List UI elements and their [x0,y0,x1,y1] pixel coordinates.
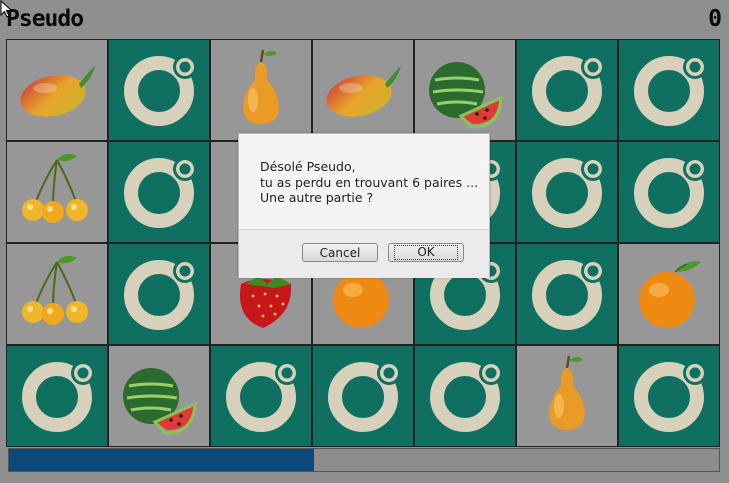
cherries-icon [22,255,88,325]
card-back-icon [634,157,707,228]
player-name: Pseudo [6,6,84,32]
card-back-icon [634,361,707,432]
card-hidden[interactable] [516,141,618,243]
card-mango[interactable] [312,39,414,141]
card-back-icon [124,55,197,126]
pear-icon [243,49,279,124]
card-back-icon [532,157,605,228]
card-back-icon [124,259,197,330]
watermelon-icon [123,368,197,435]
card-hidden[interactable] [618,141,720,243]
dialog-line-1: Désolé Pseudo, [260,159,356,174]
cherries-icon [22,153,88,223]
card-back-icon [124,157,197,228]
timer-progress-bar [8,448,720,472]
card-back-icon [226,361,299,432]
watermelon-icon [429,62,503,129]
card-hidden[interactable] [618,345,720,447]
card-mango[interactable] [6,39,108,141]
mango-icon [20,66,95,117]
score: 0 [708,6,722,32]
card-hidden[interactable] [414,345,516,447]
card-hidden[interactable] [6,345,108,447]
card-watermelon[interactable] [414,39,516,141]
card-hidden[interactable] [618,39,720,141]
mouse-cursor-icon [0,0,13,18]
ok-button-label: OK [394,245,458,260]
card-hidden[interactable] [516,243,618,345]
card-back-icon [22,361,95,432]
card-hidden[interactable] [108,39,210,141]
dialog-message: Désolé Pseudo, tu as perdu en trouvant 6… [260,159,482,206]
card-orange[interactable] [618,243,720,345]
card-watermelon[interactable] [108,345,210,447]
header: Pseudo 0 [0,0,729,38]
card-back-icon [532,55,605,126]
card-pear[interactable] [516,345,618,447]
timer-progress-fill [9,449,315,471]
card-back-icon [328,361,401,432]
card-cherries[interactable] [6,243,108,345]
pear-icon [549,355,585,430]
game-over-dialog: Désolé Pseudo, tu as perdu en trouvant 6… [238,133,490,278]
orange-icon [639,261,701,328]
ok-button[interactable]: OK [388,243,464,262]
card-hidden[interactable] [108,141,210,243]
card-hidden[interactable] [210,345,312,447]
card-hidden[interactable] [108,243,210,345]
dialog-line-3: Une autre partie ? [260,190,374,205]
card-back-icon [430,361,503,432]
card-back-icon [634,55,707,126]
card-pear[interactable] [210,39,312,141]
cancel-button[interactable]: Cancel [302,243,378,262]
card-back-icon [532,259,605,330]
dialog-line-2: tu as perdu en trouvant 6 paires ... [260,174,479,190]
card-hidden[interactable] [516,39,618,141]
dialog-footer: Cancel OK [239,229,489,278]
card-cherries[interactable] [6,141,108,243]
mango-icon [326,66,401,117]
card-hidden[interactable] [312,345,414,447]
